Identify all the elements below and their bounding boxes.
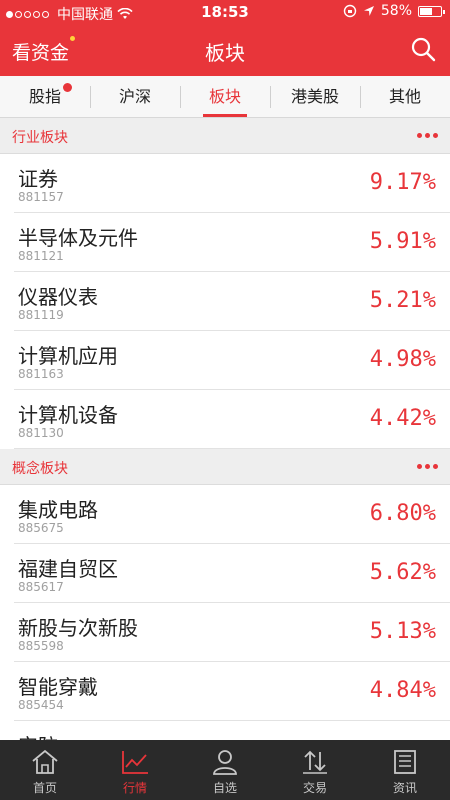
search-icon[interactable] [410, 36, 436, 62]
status-right: 58% [343, 3, 445, 19]
tab-sectors[interactable]: 板块 [180, 76, 270, 117]
sector-change: 4.98% [369, 347, 436, 372]
page-title: 板块 [205, 41, 245, 65]
tab-label: 板块 [208, 87, 241, 106]
status-bar: 中国联通 18:53 58% [0, 0, 450, 24]
sector-name: 智能穿戴 [18, 675, 98, 699]
sector-name: 半导体及元件 [18, 226, 138, 250]
bottom-tab-label: 资讯 [392, 781, 417, 795]
sector-code: 881121 [18, 249, 64, 263]
news-icon [394, 750, 416, 774]
list-item[interactable]: 半导体及元件 881121 5.91% [0, 213, 450, 272]
more-icon[interactable] [417, 133, 438, 138]
trade-icon [303, 750, 327, 774]
sector-name: 仪器仪表 [18, 285, 98, 309]
home-icon [32, 749, 58, 774]
bottom-tab-market[interactable]: 行情 [90, 740, 180, 800]
sector-name: 证券 [18, 167, 58, 191]
tab-hk-us-stocks[interactable]: 港美股 [270, 76, 360, 117]
sector-list[interactable]: 行业板块 证券 881157 9.17% 半导体及元件 881121 5.91%… [0, 118, 450, 740]
navigation-bar: 看资金 板块 [0, 24, 450, 76]
orientation-lock-icon [343, 4, 357, 18]
location-icon [363, 6, 374, 16]
tab-label: 沪深 [118, 87, 151, 106]
sector-code: 881163 [18, 367, 64, 381]
sector-change: 5.21% [369, 288, 436, 313]
sector-code: 885675 [18, 521, 64, 535]
sector-code: 885454 [18, 698, 64, 712]
tab-label: 股指 [28, 87, 61, 106]
sector-change: 6.80% [369, 501, 436, 526]
list-item[interactable]: 智能穿戴 885454 4.84% [0, 662, 450, 721]
sector-change: 5.62% [369, 560, 436, 585]
tab-label: 港美股 [290, 87, 339, 106]
tab-index[interactable]: 股指 [0, 76, 90, 117]
sector-change: 4.42% [369, 406, 436, 431]
sector-change: 5.91% [369, 229, 436, 254]
bottom-tab-label: 自选 [212, 781, 237, 795]
section-header-industry: 行业板块 [0, 118, 450, 154]
sector-name: 集成电路 [18, 498, 98, 522]
sector-code: 881119 [18, 308, 64, 322]
bottom-tab-label: 交易 [302, 781, 327, 795]
bottom-tab-bar: 首页 行情 自选 交易 资讯 [0, 740, 450, 800]
section-title: 行业板块 [12, 130, 68, 146]
sector-change: 5.13% [369, 619, 436, 644]
list-item[interactable]: 仪器仪表 881119 5.21% [0, 272, 450, 331]
sector-code: 881157 [18, 190, 64, 204]
user-icon [213, 750, 237, 775]
section-header-concept: 概念板块 [0, 449, 450, 485]
tab-other[interactable]: 其他 [360, 76, 450, 117]
sector-name: 计算机设备 [18, 403, 118, 427]
sector-name: 安防 [18, 730, 58, 740]
sector-name: 计算机应用 [18, 344, 118, 368]
list-item[interactable]: 安防 [0, 721, 450, 740]
section-title: 概念板块 [12, 461, 68, 477]
list-item[interactable]: 新股与次新股 885598 5.13% [0, 603, 450, 662]
sector-code: 885617 [18, 580, 64, 594]
tab-label: 其他 [388, 87, 421, 106]
bottom-tab-label: 行情 [122, 781, 147, 795]
sector-name: 福建自贸区 [18, 557, 118, 581]
bottom-tab-label: 首页 [32, 781, 57, 795]
tab-shanghai-shenzhen[interactable]: 沪深 [90, 76, 180, 117]
sector-change: 4.84% [369, 678, 436, 703]
market-tabs: 股指 沪深 板块 港美股 其他 [0, 76, 450, 118]
list-item[interactable]: 计算机设备 881130 4.42% [0, 390, 450, 449]
sector-name: 新股与次新股 [18, 616, 138, 640]
list-item[interactable]: 计算机应用 881163 4.98% [0, 331, 450, 390]
battery-percent: 58% [380, 3, 412, 19]
list-item[interactable]: 证券 881157 9.17% [0, 154, 450, 213]
sector-change: 9.17% [369, 170, 436, 195]
bottom-tab-home[interactable]: 首页 [0, 740, 90, 800]
bottom-tab-watchlist[interactable]: 自选 [180, 740, 270, 800]
bottom-tab-news[interactable]: 资讯 [360, 740, 450, 800]
bottom-tab-trade[interactable]: 交易 [270, 740, 360, 800]
sector-code: 881130 [18, 426, 64, 440]
list-item[interactable]: 福建自贸区 885617 5.62% [0, 544, 450, 603]
sector-code: 885598 [18, 639, 64, 653]
battery-icon [418, 5, 445, 17]
list-item[interactable]: 集成电路 885675 6.80% [0, 485, 450, 544]
more-icon[interactable] [417, 464, 438, 469]
tab-badge [63, 83, 72, 92]
chart-icon [122, 751, 148, 774]
